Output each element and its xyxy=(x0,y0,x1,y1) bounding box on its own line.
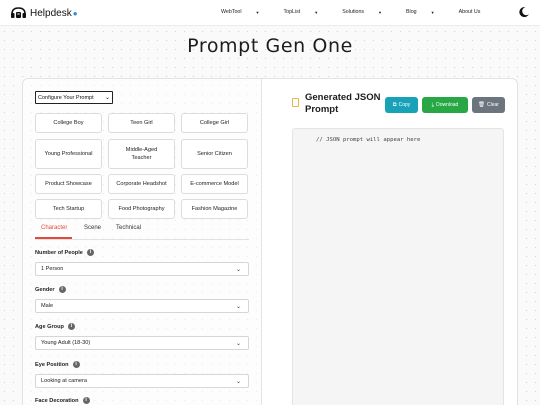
chevron-down-icon: ⌄ xyxy=(235,379,241,385)
configure-prompt-select[interactable]: Configure Your Prompt ⌄ xyxy=(35,91,113,104)
caret-down-icon: ▼ xyxy=(378,9,383,15)
field-label-eye-position: Eye Position i xyxy=(35,361,80,368)
select-value: 1 Person xyxy=(41,266,64,272)
age-group-select[interactable]: Young Adult (18-30) ⌄ xyxy=(35,336,249,350)
download-icon: ⤓ xyxy=(431,101,435,108)
config-tabs: Character Scene Technical xyxy=(35,224,249,240)
page-title: Prompt Gen One xyxy=(187,35,353,57)
info-icon[interactable]: i xyxy=(86,249,94,256)
download-label: Download xyxy=(436,102,459,108)
preset-senior-citizen[interactable]: Senior Citizen xyxy=(181,139,248,169)
preset-young-professional[interactable]: Young Professional xyxy=(35,139,102,169)
json-output-area[interactable] xyxy=(292,128,504,405)
tab-technical[interactable]: Technical xyxy=(116,225,141,231)
nav-item-webtool[interactable]: WebTool ▼ xyxy=(221,9,271,15)
output-title: Generated JSON Prompt xyxy=(305,92,381,115)
preset-college-girl[interactable]: College Girl xyxy=(181,113,248,133)
clear-button[interactable]: 🗑 Clear xyxy=(472,97,505,113)
tab-character[interactable]: Character xyxy=(41,225,67,231)
field-label-number-of-people: Number of People i xyxy=(35,249,94,256)
nav-item-toplist[interactable]: TopList ▼ xyxy=(283,9,330,15)
copy-icon: ⧉ xyxy=(392,101,397,108)
nav-links: WebTool ▼ TopList ▼ Solutions ▼ Blog ▼ About… xyxy=(221,9,504,15)
trash-icon: 🗑 xyxy=(478,102,486,108)
field-label-text: Eye Position xyxy=(35,361,69,368)
field-label-age-group: Age Group i xyxy=(35,323,75,330)
headset-logo-icon xyxy=(10,6,27,20)
info-icon[interactable]: i xyxy=(82,397,90,404)
brand-logo[interactable]: Helpdesk ● xyxy=(10,6,78,20)
caret-down-icon: ▼ xyxy=(255,9,260,15)
info-icon[interactable]: i xyxy=(72,361,80,368)
select-value: Looking at camera xyxy=(41,378,88,384)
preset-college-boy[interactable]: College Boy xyxy=(35,113,102,133)
copy-label: Copy xyxy=(398,102,411,108)
copy-button[interactable]: ⧉ Copy xyxy=(385,97,418,113)
field-label-text: Gender xyxy=(35,286,55,293)
nav-item-about-us[interactable]: About Us xyxy=(459,9,493,15)
active-tab-indicator xyxy=(35,237,72,239)
preset-tech-startup[interactable]: Tech Startup xyxy=(35,199,102,219)
caret-down-icon: ▼ xyxy=(314,9,319,15)
field-label-text: Age Group xyxy=(35,323,64,330)
preset-food-photography[interactable]: Food Photography xyxy=(108,199,175,219)
field-label-text: Face Decoration xyxy=(35,397,79,404)
document-icon xyxy=(292,98,299,107)
field-label-face-decoration: Face Decoration i xyxy=(35,397,90,404)
preset-e-commerce-model[interactable]: E-commerce Model xyxy=(181,174,248,194)
moon-icon[interactable] xyxy=(518,5,530,18)
select-value: Young Adult (18-30) xyxy=(41,340,91,346)
gender-select[interactable]: Male ⌄ xyxy=(35,299,249,313)
preset-corporate-headshot[interactable]: Corporate Headshot xyxy=(108,174,175,194)
chevron-down-icon: ⌄ xyxy=(104,95,110,101)
nav-item-label: TopList xyxy=(283,9,301,15)
nav-item-solutions[interactable]: Solutions ▼ xyxy=(342,9,394,15)
info-icon[interactable]: i xyxy=(58,286,66,293)
caret-down-icon: ▼ xyxy=(430,9,435,15)
navbar: Helpdesk ● WebTool ▼ TopList ▼ Solutions ▼ … xyxy=(0,0,540,26)
info-icon[interactable]: i xyxy=(67,323,75,330)
chevron-down-icon: ⌄ xyxy=(235,304,241,310)
nav-item-blog[interactable]: Blog ▼ xyxy=(406,9,447,15)
nav-item-label: Solutions xyxy=(342,9,365,15)
nav-item-label: About Us xyxy=(458,9,481,15)
chevron-down-icon: ⌄ xyxy=(235,341,241,347)
nav-item-label: Blog xyxy=(406,9,417,15)
preset-product-showcase[interactable]: Product Showcase xyxy=(35,174,102,194)
brand-dot: ● xyxy=(72,8,78,18)
tab-scene[interactable]: Scene xyxy=(84,225,101,231)
select-value: Male xyxy=(41,303,54,309)
field-label-text: Number of People xyxy=(35,249,83,256)
preset-middle-aged-teacher[interactable]: Middle-Aged Teacher xyxy=(108,139,175,169)
nav-item-label: WebTool xyxy=(221,9,242,15)
json-output-placeholder: // JSON prompt will appear here xyxy=(316,137,421,143)
brand-name: Helpdesk xyxy=(30,7,72,19)
configure-prompt-value: Configure Your Prompt xyxy=(38,94,94,101)
preset-teen-girl[interactable]: Teen Girl xyxy=(108,113,175,133)
field-label-gender: Gender i xyxy=(35,286,66,293)
download-button[interactable]: ⤓ Download xyxy=(422,97,468,113)
clear-label: Clear xyxy=(487,102,499,108)
preset-fashion-magazine[interactable]: Fashion Magazine xyxy=(181,199,248,219)
chevron-down-icon: ⌄ xyxy=(235,267,241,273)
number-of-people-select[interactable]: 1 Person ⌄ xyxy=(35,262,249,276)
eye-position-select[interactable]: Looking at camera ⌄ xyxy=(35,374,249,388)
